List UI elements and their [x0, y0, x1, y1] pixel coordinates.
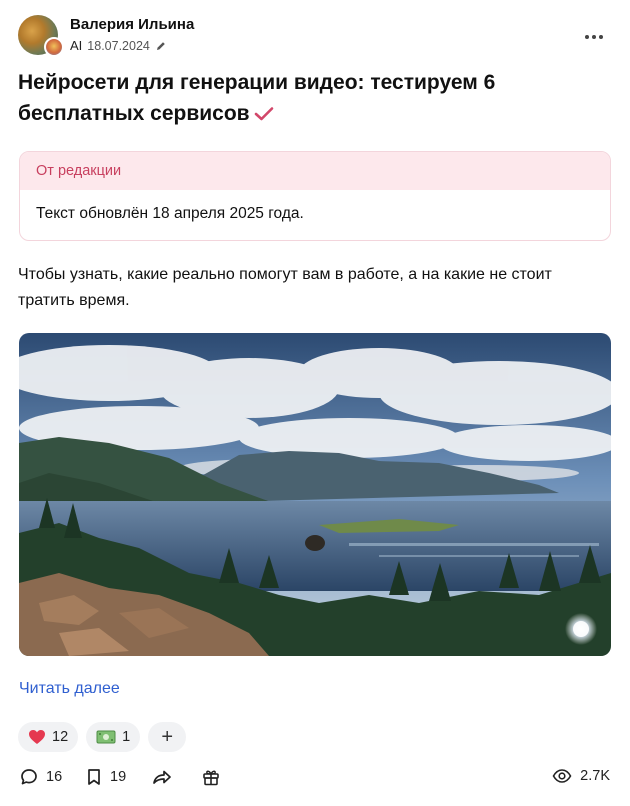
avatar-badge [44, 37, 64, 57]
comments-button[interactable]: 16 [20, 768, 62, 786]
money-icon [96, 730, 116, 744]
heart-icon [29, 730, 45, 744]
comments-count: 16 [46, 769, 63, 785]
reactions-bar: 12 1 + [18, 722, 187, 752]
read-more-link[interactable]: Читать далее [19, 680, 120, 698]
comment-icon [21, 769, 37, 785]
views-count: 2.7K [580, 768, 610, 784]
money-reaction-button[interactable]: 1 [86, 722, 141, 752]
eye-icon [552, 769, 572, 783]
post-meta: AI 18.07.2024 [70, 38, 167, 53]
post-intro: Чтобы узнать, какие реально помогут вам … [18, 266, 552, 309]
views-counter: 2.7K [552, 768, 610, 784]
share-icon [153, 770, 171, 784]
add-reaction-button[interactable]: + [148, 722, 187, 752]
gift-icon [203, 770, 219, 786]
more-icon[interactable] [582, 25, 606, 49]
editor-note-heading: От редакции [20, 152, 610, 190]
bookmark-button[interactable]: 19 [86, 768, 126, 786]
add-icon: + [161, 725, 174, 748]
post-date: 18.07.2024 [87, 38, 150, 53]
pencil-icon [156, 41, 165, 50]
editor-note: От редакции Текст обновлён 18 апреля 202… [19, 151, 611, 241]
post-cover-image[interactable] [19, 333, 611, 656]
heart-reaction-button[interactable]: 12 [18, 722, 79, 752]
post-title[interactable]: Нейросети для генерации видео: тестируем… [18, 67, 578, 131]
heart-count: 12 [52, 729, 69, 745]
verified-check-icon [254, 100, 274, 131]
bookmarks-count: 19 [110, 769, 127, 785]
money-count: 1 [122, 729, 131, 745]
post-header: Валерия Ильина AI 18.07.2024 [18, 15, 612, 57]
editor-note-text: Текст обновлён 18 апреля 2025 года. [36, 205, 304, 222]
share-button[interactable] [152, 768, 172, 786]
bookmark-icon [88, 769, 100, 785]
ai-label: AI [70, 38, 83, 53]
post-footer: 16 19 2.7K [18, 768, 612, 794]
gift-button[interactable] [202, 768, 220, 786]
author-name[interactable]: Валерия Ильина [70, 16, 194, 33]
